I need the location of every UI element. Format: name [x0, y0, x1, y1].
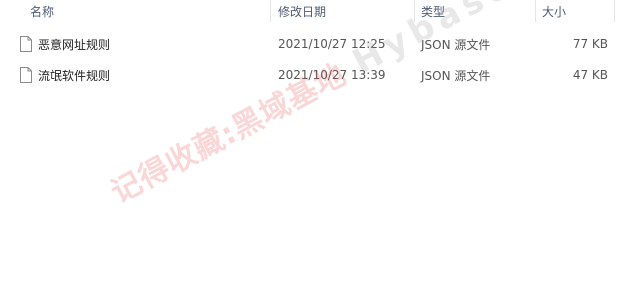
column-header-name[interactable]: 名称 [30, 0, 270, 22]
document-icon [20, 36, 32, 52]
column-divider[interactable] [270, 0, 271, 22]
file-row[interactable]: 流氓软件规则 2021/10/27 13:39 JSON 源文件 47 KB [0, 60, 638, 90]
file-name[interactable]: 流氓软件规则 [38, 60, 268, 90]
column-divider[interactable] [614, 0, 615, 22]
file-type: JSON 源文件 [421, 68, 491, 83]
column-divider[interactable] [535, 0, 536, 22]
file-name[interactable]: 恶意网址规则 [38, 29, 268, 59]
column-divider[interactable] [414, 0, 415, 22]
column-header-date[interactable]: 修改日期 [278, 0, 414, 22]
file-size: 77 KB [572, 37, 608, 51]
file-modified-date: 2021/10/27 12:25 [278, 37, 386, 51]
column-header-size[interactable]: 大小 [542, 0, 612, 22]
column-header-type[interactable]: 类型 [421, 0, 535, 22]
column-header: ^ 名称 修改日期 类型 大小 [0, 0, 638, 22]
file-type: JSON 源文件 [421, 37, 491, 52]
file-modified-date: 2021/10/27 13:39 [278, 68, 386, 82]
file-row[interactable]: 恶意网址规则 2021/10/27 12:25 JSON 源文件 77 KB [0, 29, 638, 59]
file-size: 47 KB [572, 68, 608, 82]
document-icon [20, 67, 32, 83]
